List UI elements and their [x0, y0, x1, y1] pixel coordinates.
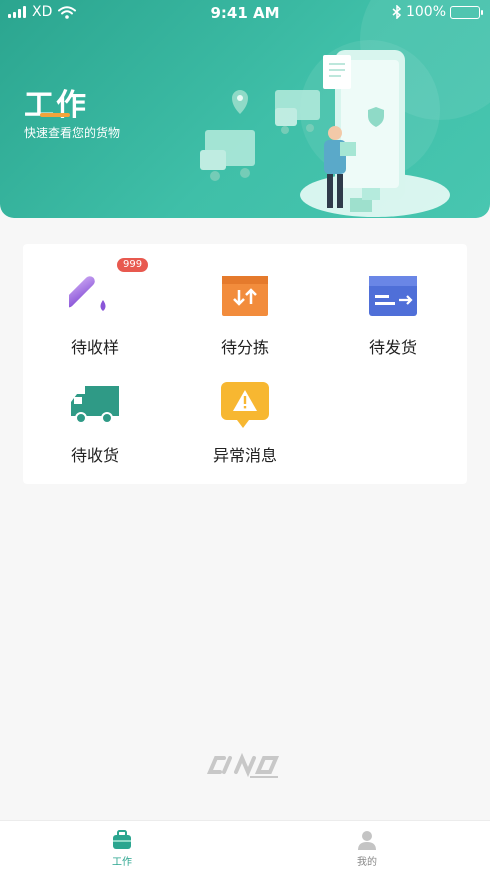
page-subtitle: 快速查看您的货物: [24, 126, 121, 140]
person-icon: [358, 831, 376, 850]
grid-item-pending-sample[interactable]: 999 待收样: [25, 258, 165, 370]
grid-item-pending-sort[interactable]: 待分拣: [175, 270, 315, 370]
warning-bubble-icon: [219, 378, 271, 430]
tab-label: 工作: [112, 857, 132, 868]
grid-item-label: 待收货: [70, 446, 119, 465]
cino-logo: [206, 752, 280, 778]
grid-item-pending-ship[interactable]: 待发货: [323, 270, 463, 370]
bluetooth-icon: [392, 5, 402, 19]
shipping-card-icon: [367, 270, 419, 322]
grid-item-label: 待收样: [70, 338, 119, 357]
tab-bar: 工作 我的: [0, 820, 490, 876]
tab-me[interactable]: 我的: [337, 829, 397, 868]
notification-badge: 999: [117, 258, 149, 272]
test-tube-icon: 999: [69, 258, 149, 322]
header-banner: XD 9:41 AM 100% 工作 快速查看您的货物: [0, 0, 490, 218]
battery-percent: 100%: [405, 4, 446, 20]
sort-box-icon: [219, 270, 271, 322]
status-bar: XD 9:41 AM 100%: [0, 0, 490, 26]
page-title: 工作: [24, 88, 88, 123]
battery-icon: [450, 5, 483, 19]
grid-item-label: 待分拣: [220, 338, 269, 357]
title-underline: [40, 113, 70, 117]
grid-item-exceptions[interactable]: 异常消息: [175, 378, 315, 478]
tab-work[interactable]: 工作: [92, 829, 152, 868]
tab-label: 我的: [357, 857, 377, 868]
grid-item-label: 待发货: [368, 338, 417, 357]
briefcase-icon: [113, 830, 131, 849]
truck-icon: [69, 378, 121, 430]
grid-item-label: 异常消息: [212, 446, 277, 465]
task-card: 999 待收样 待分拣 待发货 待收货 异常消息: [23, 244, 467, 484]
delivery-illustration: [200, 50, 450, 217]
grid-item-pending-receive[interactable]: 待收货: [25, 378, 165, 478]
